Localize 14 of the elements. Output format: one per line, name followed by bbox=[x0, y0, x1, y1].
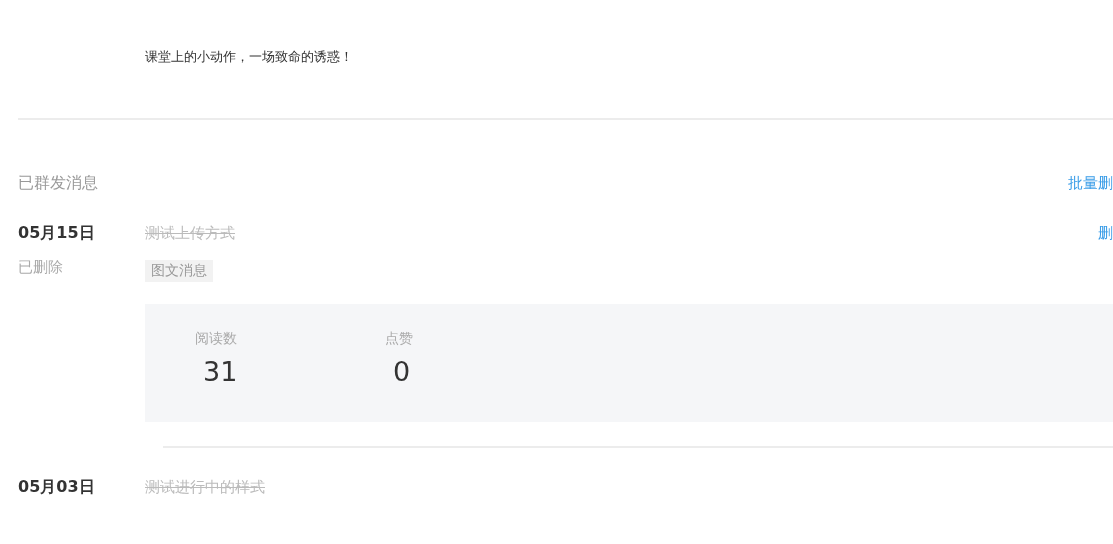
article-title: 课堂上的小动作，一场致命的诱惑！ bbox=[145, 48, 353, 66]
delete-link[interactable]: 删 bbox=[1098, 220, 1113, 246]
stat-value: 31 bbox=[202, 356, 238, 387]
stat-label: 阅读数 bbox=[195, 330, 237, 348]
message-title: 测试上传方式 bbox=[145, 223, 235, 244]
section-heading: 已群发消息 bbox=[18, 173, 98, 194]
stat-value: 0 bbox=[392, 356, 411, 387]
message-status: 已删除 bbox=[18, 258, 64, 277]
message-date: 05月15日 bbox=[18, 222, 96, 244]
message-date: 05月03日 bbox=[18, 476, 96, 498]
stat-label: 点赞 bbox=[385, 330, 413, 348]
batch-delete-link[interactable]: 批量删 bbox=[1068, 174, 1113, 193]
message-title: 测试进行中的样式 bbox=[145, 477, 265, 498]
type-tag: 图文消息 bbox=[145, 260, 213, 282]
